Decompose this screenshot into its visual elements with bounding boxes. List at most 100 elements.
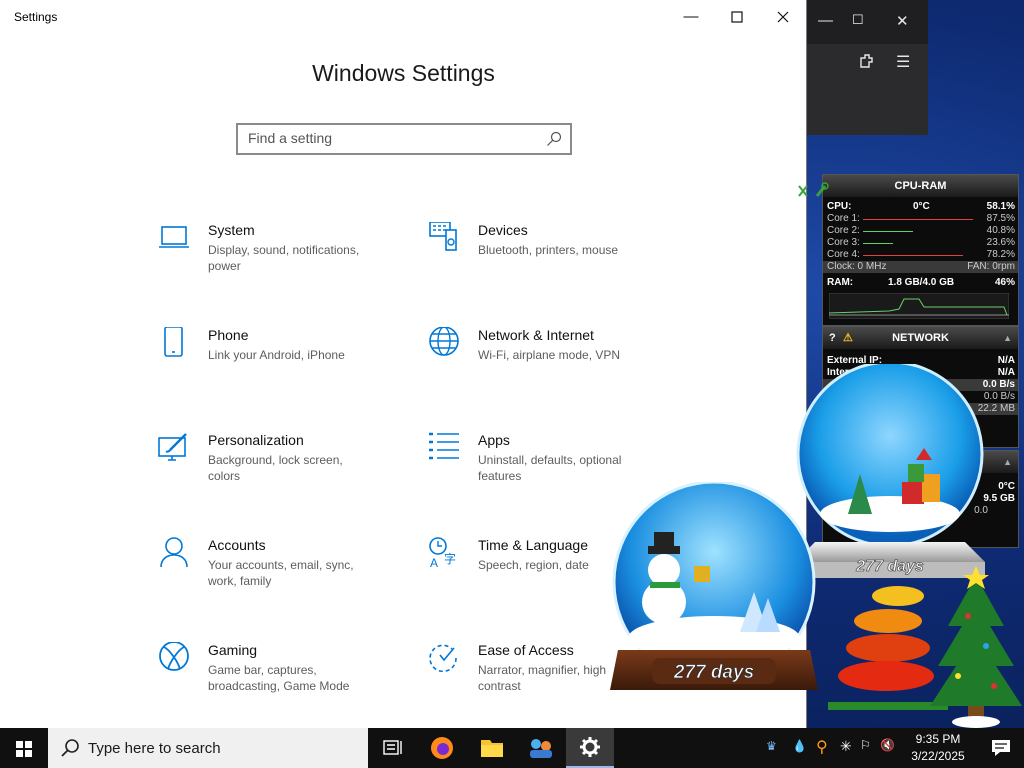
- person-icon: [160, 537, 188, 568]
- phone-icon: [164, 327, 183, 357]
- search-icon: [61, 739, 79, 757]
- collapse-icon[interactable]: ▲: [1003, 327, 1012, 349]
- background-window-titlebar: — ☐ ✕: [806, 0, 928, 44]
- search-input[interactable]: [248, 130, 538, 146]
- settings-titlebar: Settings —: [0, 0, 806, 34]
- tile-phone[interactable]: Phone Link your Android, iPhone: [158, 327, 408, 407]
- tile-name: Ease of Access: [478, 642, 574, 658]
- clock-row: Clock: 0 MHz FAN: 0rpm: [823, 261, 1018, 273]
- tile-description: Your accounts, email, sync, work, family: [208, 558, 354, 588]
- cpu-ram-title: CPU-RAM: [823, 175, 1018, 197]
- tile-description: Game bar, captures, broadcasting, Game M…: [208, 663, 350, 693]
- gear-icon: [580, 737, 600, 757]
- tile-personalization[interactable]: Personalization Background, lock screen,…: [158, 432, 408, 512]
- windows-logo-icon: [16, 741, 32, 757]
- tile-network[interactable]: Network & Internet Wi-Fi, airplane mode,…: [428, 327, 678, 407]
- tile-description: Display, sound, notifications, power: [208, 243, 360, 273]
- ram-row: RAM: 1.8 GB/4.0 GB 46%: [827, 277, 1015, 288]
- folder-icon: [481, 740, 503, 757]
- left-globe-days: 277 days: [673, 662, 754, 683]
- tile-name: Devices: [478, 222, 528, 238]
- droplet-icon[interactable]: 💧: [792, 739, 807, 753]
- flag-icon[interactable]: ⚐: [860, 738, 871, 752]
- tile-description: Wi-Fi, airplane mode, VPN: [478, 348, 621, 362]
- notification-icon: [992, 740, 1010, 756]
- background-minimize-icon[interactable]: —: [818, 12, 833, 29]
- paint-brush-icon: [158, 433, 187, 461]
- laptop-icon: [159, 226, 189, 248]
- tile-devices[interactable]: Devices Bluetooth, printers, mouse: [428, 222, 678, 302]
- close-button[interactable]: [760, 6, 806, 30]
- christmas-tree-icon: [930, 566, 1022, 728]
- core-row: Core 1: 87.5%: [827, 213, 1015, 224]
- ease-of-access-icon: [429, 644, 457, 673]
- tile-name: Personalization: [208, 432, 304, 448]
- task-view-icon: [383, 740, 402, 755]
- search-box[interactable]: [236, 123, 572, 155]
- help-icon[interactable]: ?: [829, 327, 836, 349]
- taskbar-search-text: Type here to search: [88, 740, 221, 757]
- search-icon[interactable]: [546, 131, 562, 147]
- tile-accounts[interactable]: Accounts Your accounts, email, sync, wor…: [158, 537, 408, 617]
- notifications-button[interactable]: [980, 728, 1024, 768]
- clock-time: 9:35 PM: [915, 732, 961, 746]
- start-button[interactable]: [0, 728, 48, 768]
- background-close-icon[interactable]: ✕: [896, 12, 909, 30]
- minimize-button[interactable]: —: [668, 6, 714, 30]
- taskbar-search[interactable]: Type here to search: [48, 728, 368, 768]
- firefox-taskbar-button[interactable]: [418, 728, 466, 768]
- background-app-window[interactable]: — ☐ ✕ ☰: [806, 0, 928, 135]
- volume-muted-icon[interactable]: 🔇: [880, 738, 895, 752]
- tile-gaming[interactable]: Gaming Game bar, captures, broadcasting,…: [158, 642, 408, 722]
- xbox-icon: [159, 642, 189, 671]
- snow-globe-left: 277 days: [610, 482, 818, 690]
- svg-text:字: 字: [444, 551, 456, 566]
- right-globe-days: 277 days: [855, 558, 924, 575]
- collapse-icon[interactable]: ▲: [1003, 451, 1012, 473]
- tile-description: Uninstall, defaults, optional features: [478, 453, 622, 483]
- cpu-ram-gadget[interactable]: CPU-RAM CPU: 0°C 58.1% Core 1: 87.5% Cor…: [822, 174, 1019, 326]
- background-maximize-icon[interactable]: ☐: [852, 12, 864, 28]
- tile-name: Time & Language: [478, 537, 588, 553]
- apps-list-icon: [429, 432, 459, 460]
- tile-name: Phone: [208, 327, 249, 343]
- snow-globe-right: 277 days: [795, 364, 985, 578]
- warning-icon: ⚠: [843, 332, 853, 344]
- core-row: Core 3: 23.6%: [827, 237, 1015, 248]
- tile-name: Network & Internet: [478, 327, 594, 343]
- file-explorer-taskbar-button[interactable]: [468, 728, 516, 768]
- tile-system[interactable]: System Display, sound, notifications, po…: [158, 222, 408, 302]
- tile-description: Bluetooth, printers, mouse: [478, 243, 619, 257]
- clock[interactable]: 9:35 PM 3/22/2025: [898, 731, 978, 765]
- svg-text:A: A: [430, 556, 438, 569]
- page-title: Windows Settings: [312, 60, 495, 86]
- taskbar: Type here to search ♛ 💧 ⚲ ✳ ⚐ 🔇 9:35 PM …: [0, 728, 1024, 768]
- firefox-icon: [431, 737, 453, 759]
- gadget-tools-icon[interactable]: [797, 182, 829, 200]
- gadgets-taskbar-button[interactable]: [516, 728, 564, 768]
- extensions-icon[interactable]: [858, 52, 876, 75]
- globe-icon: [429, 327, 459, 356]
- network-title: ? ⚠ NETWORK ▲: [823, 327, 1018, 349]
- clock-date: 3/22/2025: [911, 749, 965, 763]
- menu-icon[interactable]: ☰: [896, 52, 910, 72]
- tile-name: Accounts: [208, 537, 266, 553]
- system-tray: ♛ 💧 ⚲ ✳ ⚐ 🔇: [764, 728, 896, 768]
- devices-icon: [429, 222, 457, 251]
- network-tray-icon[interactable]: ✳: [840, 738, 852, 755]
- magnifier-tray-icon[interactable]: ⚲: [816, 737, 828, 757]
- tile-description: Link your Android, iPhone: [208, 348, 345, 362]
- cpu-row: CPU: 0°C 58.1%: [827, 201, 1015, 212]
- window-title: Settings: [14, 10, 58, 24]
- core-row: Core 4: 78.2%: [827, 249, 1015, 260]
- tile-name: Apps: [478, 432, 510, 448]
- ram-graph: [828, 292, 1010, 320]
- people-icon: [530, 739, 552, 758]
- settings-taskbar-button[interactable]: [566, 728, 614, 768]
- task-view-button[interactable]: [368, 728, 416, 768]
- people-tray-icon[interactable]: ♛: [766, 739, 777, 753]
- tile-name: Gaming: [208, 642, 258, 658]
- core-row: Core 2: 40.8%: [827, 225, 1015, 236]
- tile-name: System: [208, 222, 255, 238]
- maximize-button[interactable]: [714, 6, 760, 30]
